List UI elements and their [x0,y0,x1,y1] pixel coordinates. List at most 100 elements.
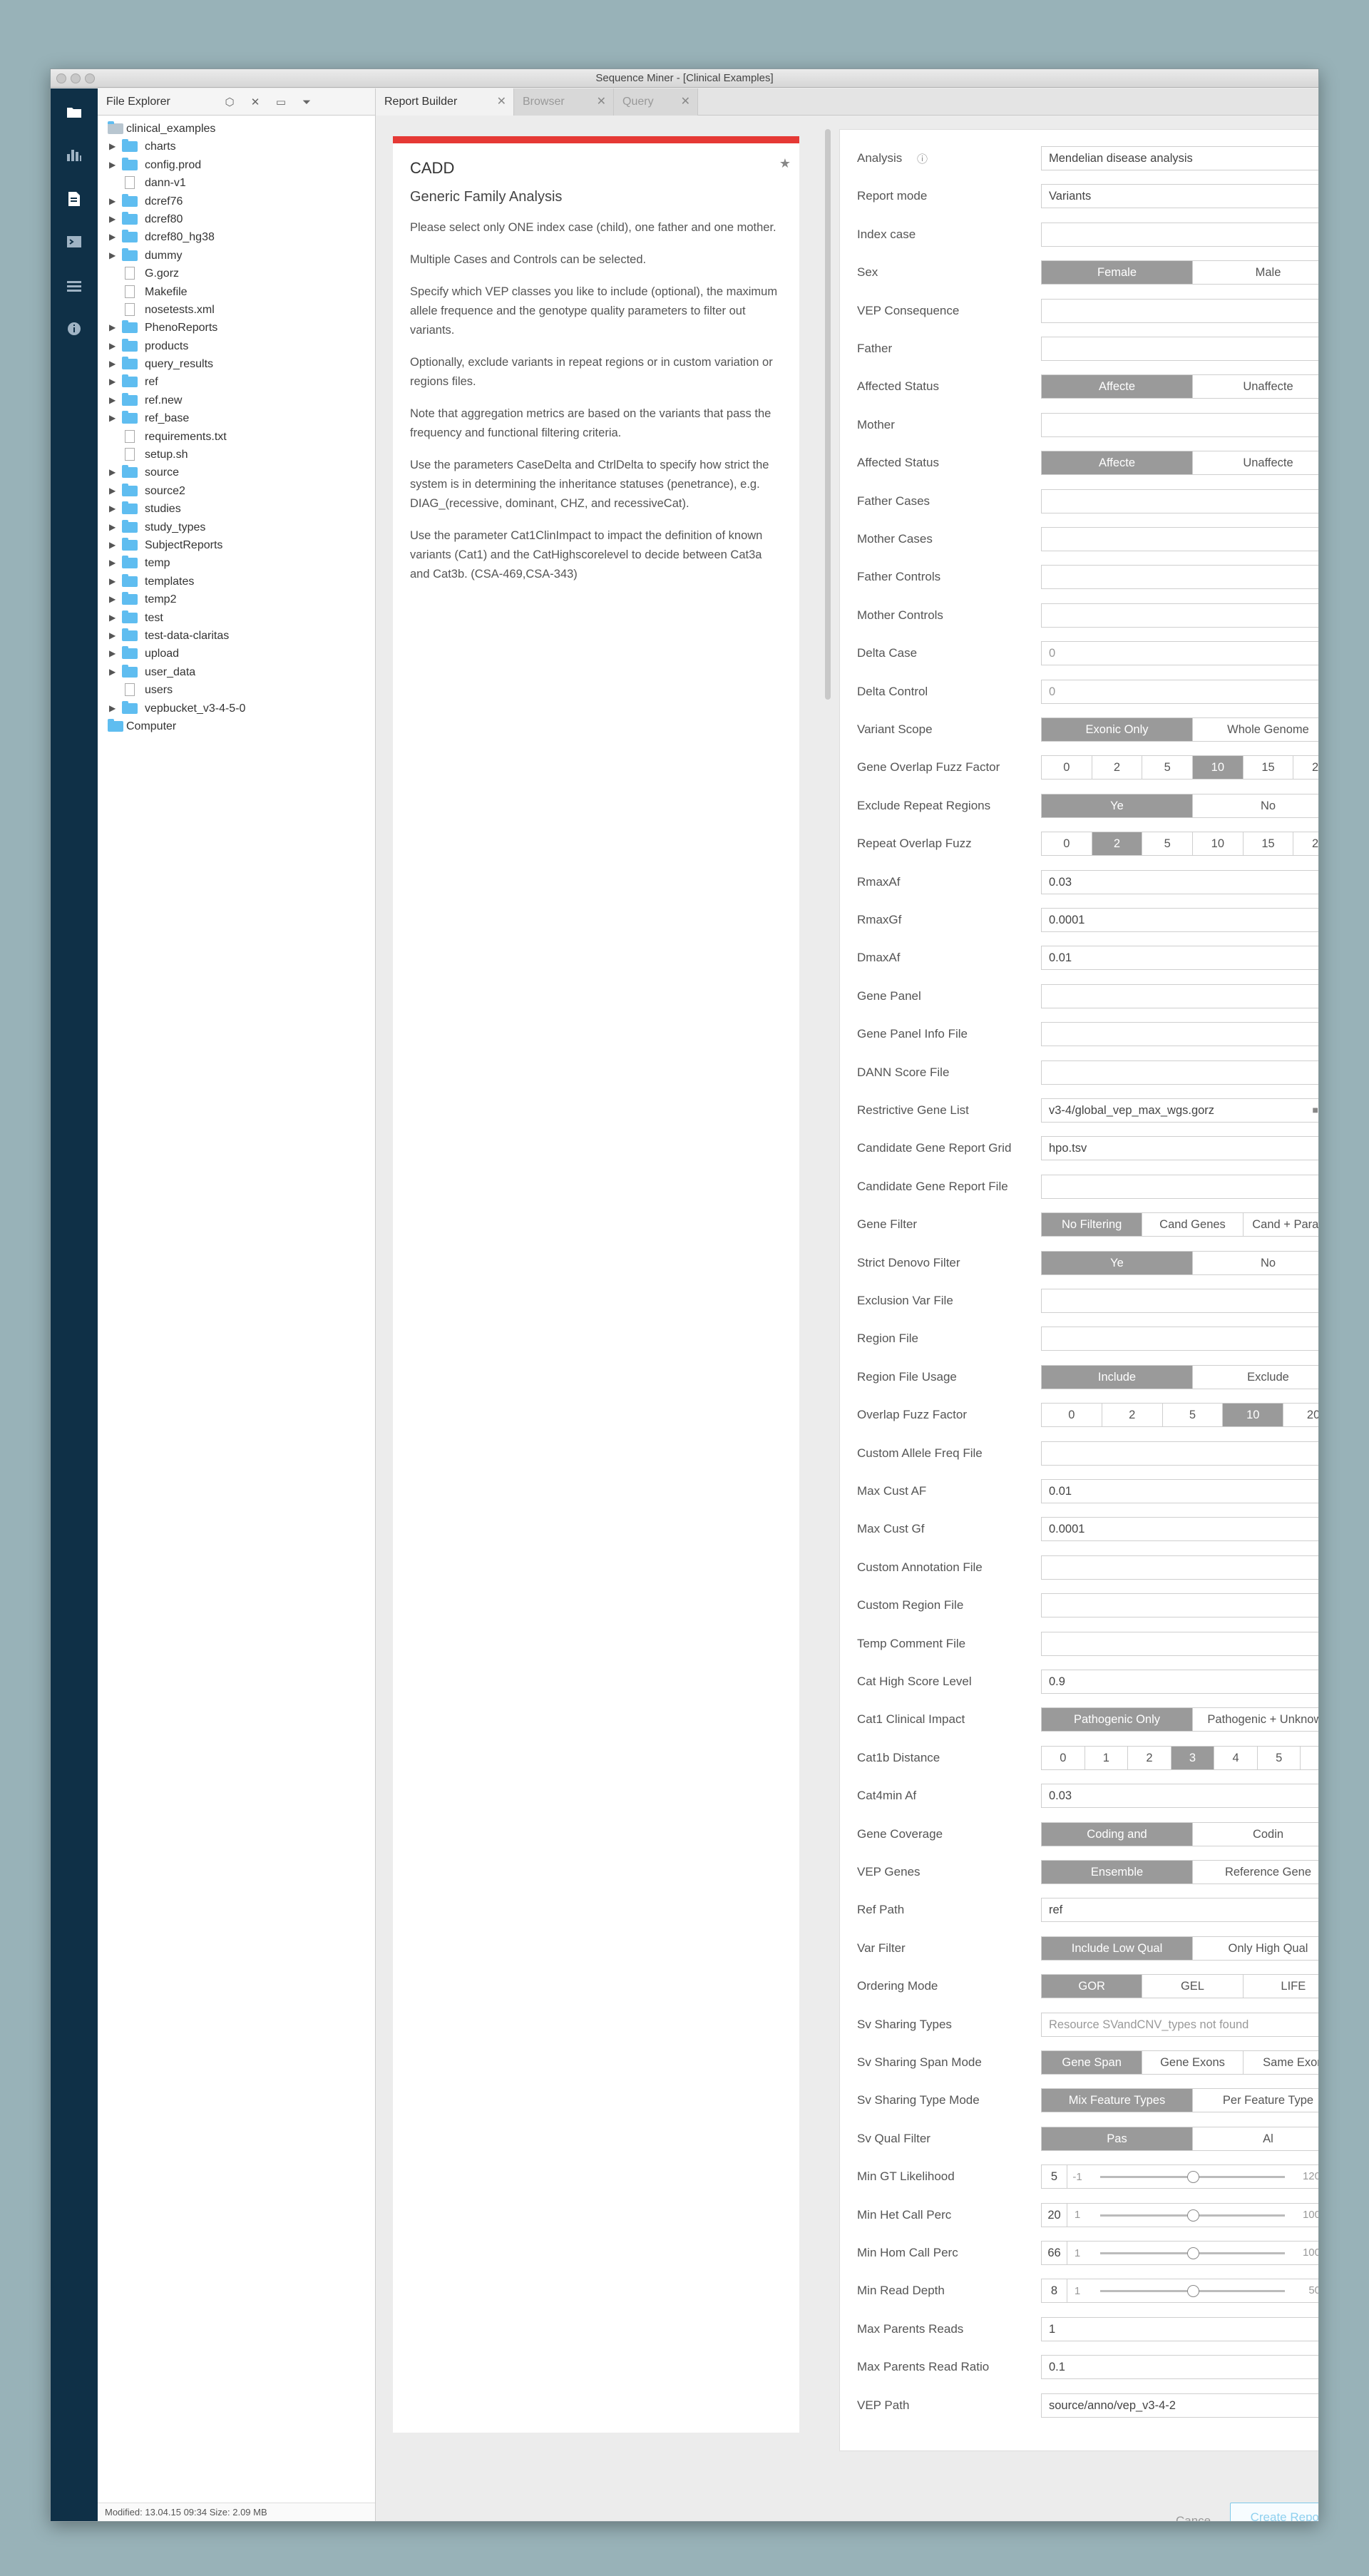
segment-option[interactable]: 0 [1042,832,1092,856]
segment-option[interactable]: Exonic Only [1042,718,1193,741]
segment-option[interactable]: 0 [1042,1746,1085,1769]
segment-option[interactable]: Coding and [1042,1822,1193,1846]
tree-item[interactable]: clinical_examples [98,120,375,138]
segment-option[interactable]: Pathogenic + Unknown [1193,1708,1318,1731]
segment-option[interactable]: Male [1193,261,1318,284]
segment-option[interactable]: 3 [1171,1746,1215,1769]
text-input[interactable] [1041,298,1318,323]
segment-option[interactable]: 2 [1128,1746,1171,1769]
expand-arrow-icon[interactable]: ▶ [109,500,116,518]
expand-arrow-icon[interactable]: ▶ [109,464,116,481]
segment-option[interactable]: 6 [1301,1747,1318,1769]
slider-value[interactable]: 66 [1042,2242,1067,2264]
text-input[interactable] [1041,603,1318,628]
tree-item[interactable]: ▶ ref_base [98,409,375,427]
tab-report-builder[interactable]: Report Builder ✕ [376,88,514,116]
segment-option[interactable]: 2 [1092,756,1143,780]
text-input[interactable] [1041,1327,1318,1351]
tree-item[interactable]: nosetests.xml [98,301,375,319]
segment-option[interactable]: Ensemble [1042,1861,1193,1884]
expand-arrow-icon[interactable]: ▶ [109,193,116,210]
tree-item[interactable]: users [98,681,375,699]
segment-option[interactable]: 5 [1142,756,1194,780]
segment-option[interactable]: 20 [1283,1404,1318,1426]
segment-option[interactable]: Affecte [1042,375,1193,399]
tree-item[interactable]: ▶ source [98,464,375,481]
tree-item[interactable]: Makefile [98,283,375,301]
segment-option[interactable]: 10 [1193,832,1244,856]
folder-icon[interactable] [63,101,85,123]
expand-arrow-icon[interactable]: ▶ [109,554,116,572]
text-input[interactable]: v3-4/global_vep_max_wgs.gorz [1041,1098,1318,1123]
slider-handle[interactable] [1186,2209,1199,2222]
list-icon[interactable] [63,275,85,297]
segment-option[interactable]: Gene Span [1042,2051,1143,2074]
tree-item[interactable]: ▶ temp [98,554,375,572]
segment-option[interactable]: Ye [1042,1251,1193,1274]
tree-item[interactable]: ▶ query_results [98,355,375,373]
text-input[interactable]: 0.1 [1041,2355,1318,2380]
dropdown-select[interactable]: Variants [1041,184,1318,209]
terminal-icon[interactable] [63,231,85,252]
tree-item[interactable]: ▶ dcref80_hg38 [98,228,375,246]
expand-arrow-icon[interactable]: ▶ [109,536,116,554]
star-icon[interactable]: ★ [779,156,791,171]
segment-option[interactable]: 4 [1214,1746,1258,1769]
tree-item[interactable]: ▶ ref.new [98,392,375,409]
segment-option[interactable]: Ye [1042,794,1193,817]
tree-item[interactable]: dann-v1 [98,174,375,192]
tree-item[interactable]: setup.sh [98,446,375,464]
text-input[interactable]: Resource SVandCNV_types not found [1041,2012,1318,2037]
tree-item[interactable]: ▶ upload [98,645,375,663]
tree-item[interactable]: ▶ PhenoReports [98,319,375,337]
segment-option[interactable]: Pas [1042,2127,1193,2150]
text-input[interactable] [1041,1593,1318,1618]
expand-arrow-icon[interactable]: ▶ [109,700,116,717]
text-input[interactable]: 1 [1041,2316,1318,2341]
expand-arrow-icon[interactable]: ▶ [109,409,116,427]
expand-arrow-icon[interactable]: ▶ [109,663,116,681]
expand-arrow-icon[interactable]: ▶ [109,355,116,373]
tree-item[interactable]: ▶ source2 [98,482,375,500]
segment-option[interactable]: 20 [1293,756,1318,779]
dropdown-select[interactable]: 0.0001 [1041,1517,1318,1542]
tab-close-icon[interactable]: ✕ [497,88,506,116]
slider-handle[interactable] [1186,2285,1199,2298]
expand-arrow-icon[interactable]: ▶ [109,210,116,228]
expand-arrow-icon[interactable]: ▶ [109,645,116,663]
tree-item[interactable]: ▶ study_types [98,518,375,536]
segment-option[interactable]: Al [1193,2127,1318,2150]
text-input[interactable]: 0 [1041,679,1318,704]
segment-option[interactable]: 15 [1244,832,1294,856]
description-scrollbar[interactable] [825,129,831,700]
tree-item[interactable]: ▶ vepbucket_v3-4-5-0 [98,700,375,717]
segment-option[interactable]: 20 [1293,832,1318,855]
slider-value[interactable]: 5 [1042,2165,1067,2189]
text-input[interactable] [1041,983,1318,1008]
text-input[interactable] [1041,1441,1318,1466]
close-icon[interactable]: ✕ [249,96,262,109]
tab-browser[interactable]: Browser ✕ [514,88,614,116]
tree-item[interactable]: Computer [98,717,375,735]
zoom-window-button[interactable] [85,73,95,83]
segment-option[interactable]: Unaffecte [1193,375,1318,398]
segment-option[interactable]: Same Exon [1244,2051,1318,2074]
expand-arrow-icon[interactable]: ▶ [109,337,116,355]
text-input[interactable] [1041,337,1318,361]
segment-option[interactable]: Only High Qual [1193,1937,1318,1960]
expand-arrow-icon[interactable]: ▶ [109,518,116,536]
expand-arrow-icon[interactable]: ▶ [109,573,116,591]
collapse-icon[interactable]: ⬡ [223,96,236,109]
segment-option[interactable]: Female [1042,261,1193,285]
tree-item[interactable]: ▶ config.prod [98,156,375,174]
expand-arrow-icon[interactable]: ▶ [109,591,116,608]
expand-arrow-icon[interactable]: ▶ [109,482,116,500]
segment-option[interactable]: Affecte [1042,451,1193,475]
tab-close-icon[interactable]: ✕ [597,88,606,116]
tree-item[interactable]: ▶ dummy [98,247,375,265]
segment-option[interactable]: Cand + Paralog [1244,1213,1318,1236]
cancel-button[interactable]: Cance [1176,2514,1211,2521]
tree-item[interactable]: ▶ studies [98,500,375,518]
segment-option[interactable]: Gene Exons [1142,2051,1244,2074]
expand-arrow-icon[interactable]: ▶ [109,247,116,265]
